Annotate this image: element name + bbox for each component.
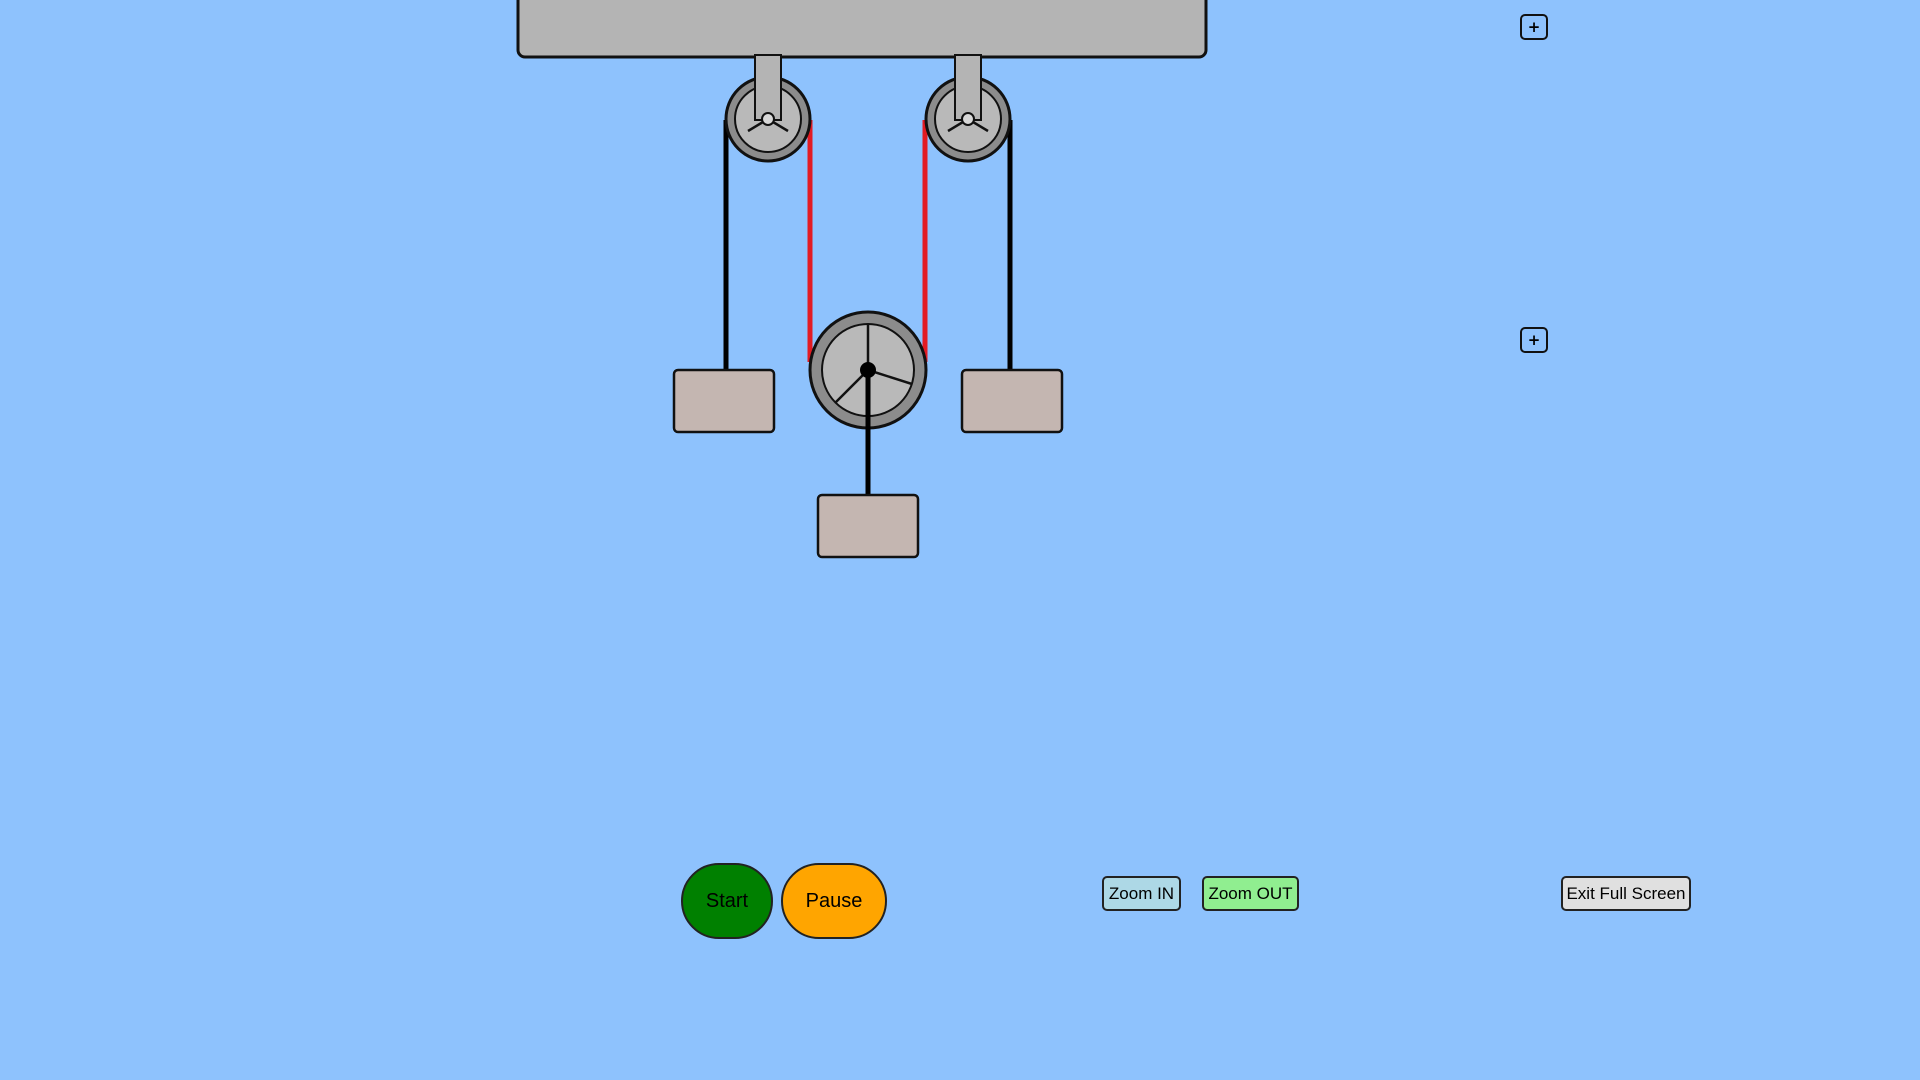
start-button[interactable]: Start — [681, 863, 773, 939]
ceiling-beam — [516, 0, 1208, 59]
mass-block-center[interactable] — [816, 493, 920, 559]
simulation-stage: + + Start Pause Zoom IN Zoom OUT Exit Fu… — [0, 0, 1920, 1080]
zoom-in-button[interactable]: Zoom IN — [1102, 876, 1181, 911]
expand-middle-button[interactable]: + — [1520, 327, 1548, 353]
expand-top-button[interactable]: + — [1520, 14, 1548, 40]
fixed-pulley-left — [724, 54, 812, 163]
pulley-system-diagram — [516, 0, 1208, 559]
mass-block-left[interactable] — [672, 368, 776, 434]
mass-block-right[interactable] — [960, 368, 1064, 434]
fixed-pulley-right — [924, 54, 1012, 163]
pause-button[interactable]: Pause — [781, 863, 887, 939]
exit-full-screen-button[interactable]: Exit Full Screen — [1561, 876, 1691, 911]
zoom-out-button[interactable]: Zoom OUT — [1202, 876, 1299, 911]
movable-pulley-axle — [860, 362, 876, 378]
